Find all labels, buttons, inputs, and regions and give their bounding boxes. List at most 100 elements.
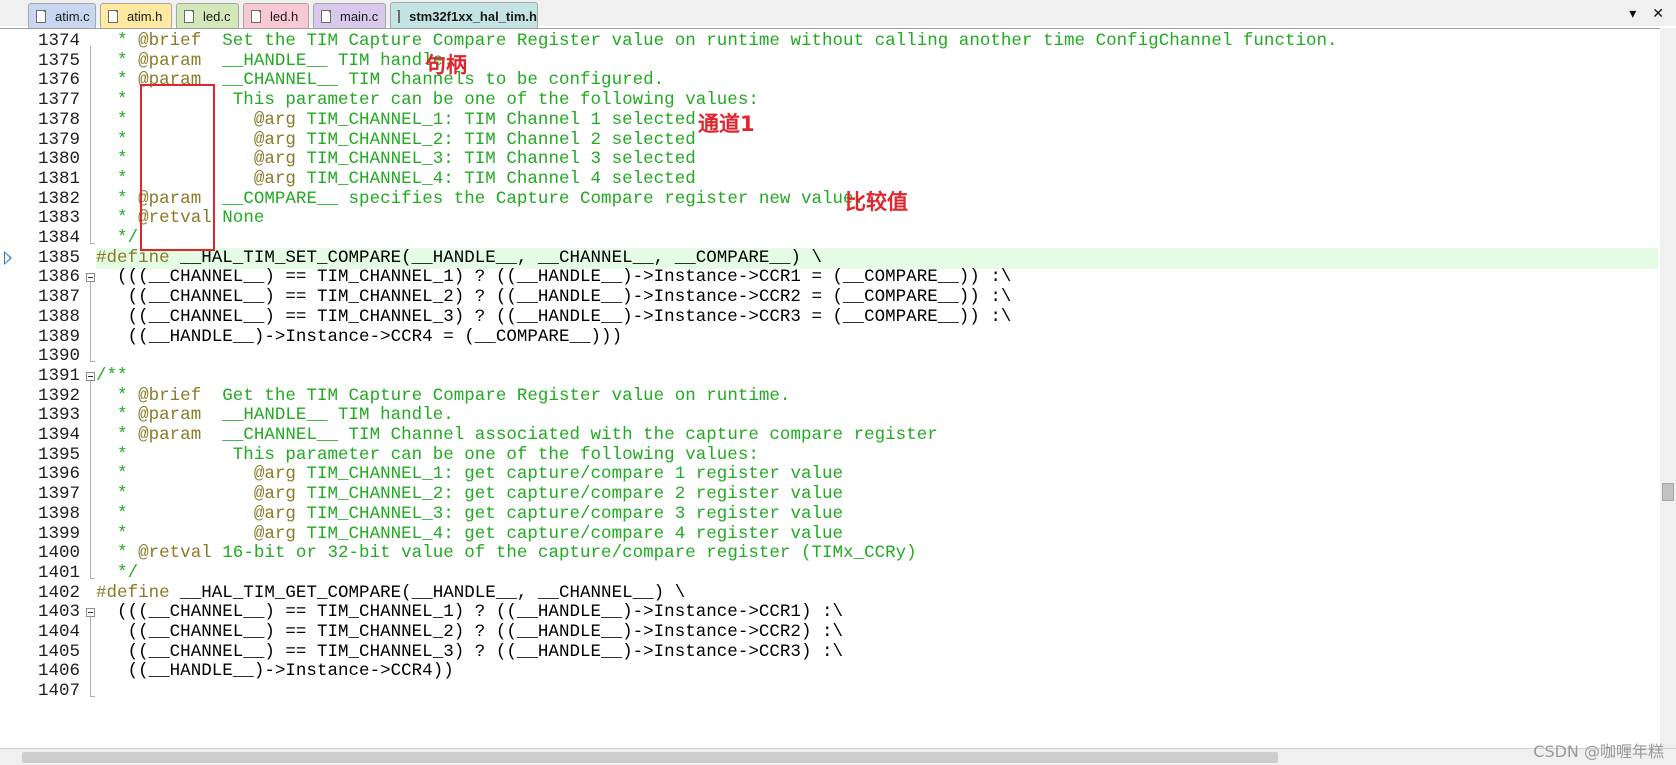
code-token: @arg [253, 168, 296, 189]
code-line[interactable]: ((__CHANNEL__) == TIM_CHANNEL_2) ? ((__H… [96, 287, 1012, 308]
line-number: 1376 [37, 70, 80, 91]
code-line[interactable]: * @brief Get the TIM Capture Compare Reg… [96, 386, 790, 407]
code-token: TIM_CHANNEL_3: get capture/compare 3 reg… [295, 503, 844, 524]
code-line[interactable]: * @param __CHANNEL__ TIM Channel associa… [96, 425, 938, 446]
code-line[interactable]: * @brief Set the TIM Capture Compare Reg… [96, 31, 1338, 52]
code-token: Set the TIM Capture Compare Register val… [201, 31, 1338, 51]
line-number: 1386 [37, 267, 80, 288]
vertical-scrollbar[interactable] [1660, 28, 1676, 748]
code-line[interactable]: #define __HAL_TIM_GET_COMPARE(__HANDLE__… [96, 583, 685, 604]
tab-atim-c[interactable]: atim.c [28, 3, 96, 28]
tab-atim-h[interactable]: atim.h [100, 3, 172, 28]
line-number: 1392 [37, 385, 80, 406]
fold-toggle-icon[interactable] [86, 273, 95, 283]
code-token: * [96, 405, 139, 426]
code-token: TIM_CHANNEL_4: get capture/compare 4 reg… [295, 523, 844, 544]
code-token: ((__CHANNEL__) == TIM_CHANNEL_3) ? ((__H… [96, 641, 844, 662]
annotation-handle-note: 句柄 [425, 53, 467, 77]
code-token: (((__CHANNEL__) == TIM_CHANNEL_1) ? ((__… [96, 602, 844, 623]
code-line[interactable]: * @param __HANDLE__ TIM handle. [96, 51, 454, 72]
line-number: 1391 [37, 365, 80, 386]
line-number: 1380 [37, 149, 80, 170]
fold-guide-line [90, 46, 91, 243]
code-line[interactable]: (((__CHANNEL__) == TIM_CHANNEL_1) ? ((__… [96, 602, 843, 623]
tab-label: atim.c [55, 8, 90, 24]
line-number: 1387 [37, 287, 80, 308]
code-line[interactable]: ((__HANDLE__)->Instance->CCR4)) [96, 661, 454, 682]
code-token: * [96, 385, 139, 406]
horizontal-scroll-thumb[interactable] [22, 752, 1278, 763]
code-line[interactable]: */ [96, 563, 138, 584]
code-token: #define [96, 582, 170, 603]
c-file-icon [36, 9, 46, 23]
line-number: 1393 [37, 405, 80, 426]
code-token: /** [96, 365, 128, 386]
code-line[interactable]: /** [96, 366, 128, 387]
code-token: TIM_CHANNEL_3: TIM Channel 3 selected [295, 149, 696, 170]
code-line[interactable]: (((__CHANNEL__) == TIM_CHANNEL_1) ? ((__… [96, 267, 1011, 288]
code-line[interactable]: * @arg TIM_CHANNEL_4: get capture/compar… [96, 524, 843, 545]
tab-main-c[interactable]: main.c [313, 3, 386, 28]
code-token: * [96, 484, 254, 505]
code-line[interactable]: * @param __HANDLE__ TIM handle. [96, 405, 454, 426]
code-token: * [96, 523, 254, 544]
fold-guide-line [90, 617, 91, 697]
code-line[interactable]: * This parameter can be one of the follo… [96, 445, 759, 466]
line-number: 1403 [37, 602, 80, 623]
fold-guide-line [90, 380, 91, 578]
fold-guide-end [90, 361, 95, 363]
fold-guide-end [90, 577, 95, 579]
code-token: Get the TIM Capture Compare Register val… [201, 385, 791, 406]
line-number: 1384 [37, 228, 80, 248]
vertical-scroll-thumb[interactable] [1662, 483, 1674, 501]
line-number: 1396 [37, 464, 80, 485]
line-number: 1397 [37, 484, 80, 505]
c-file-icon [184, 9, 194, 23]
line-number: 1375 [37, 50, 80, 71]
line-number: 1407 [37, 681, 80, 702]
tab-led-c[interactable]: led.c [176, 3, 239, 28]
code-token: * [96, 70, 139, 91]
fold-guide-end [90, 696, 95, 698]
tab-label: main.c [340, 8, 379, 24]
code-line[interactable]: ((__CHANNEL__) == TIM_CHANNEL_3) ? ((__H… [96, 306, 1012, 328]
tab-label: atim.h [127, 8, 163, 24]
fold-toggle-icon[interactable] [86, 371, 95, 381]
line-number: 1401 [37, 562, 80, 583]
code-line[interactable]: * @retval 16-bit or 32-bit value of the … [96, 543, 917, 564]
c-file-icon [321, 9, 331, 23]
line-number: 1382 [37, 188, 80, 209]
code-token: @arg [253, 484, 296, 505]
code-token: @brief [138, 385, 202, 406]
code-token: __COMPARE__ specifies the Capture Compar… [201, 188, 865, 209]
tab-list-dropdown-icon[interactable]: ▾ [1629, 5, 1636, 22]
line-number: 1381 [37, 168, 80, 189]
code-token: * [96, 188, 139, 209]
code-token: 16-bit or 32-bit value of the capture/co… [211, 543, 917, 564]
code-line[interactable]: ((__CHANNEL__) == TIM_CHANNEL_2) ? ((__H… [96, 622, 843, 643]
code-token: TIM_CHANNEL_1: get capture/compare 1 reg… [295, 464, 844, 485]
tab-stm32f1xx-hal-tim-h[interactable]: stm32f1xx_hal_tim.h [390, 2, 538, 29]
horizontal-scrollbar[interactable] [0, 748, 1676, 765]
code-line[interactable]: * @arg TIM_CHANNEL_2: get capture/compar… [96, 484, 843, 505]
code-line[interactable]: * @arg TIM_CHANNEL_3: get capture/compar… [96, 504, 843, 525]
code-token: */ [96, 562, 139, 583]
code-token: ((__CHANNEL__) == TIM_CHANNEL_2) ? ((__H… [96, 622, 844, 642]
code-line[interactable]: ((__CHANNEL__) == TIM_CHANNEL_3) ? ((__H… [96, 642, 843, 663]
line-number: 1406 [37, 661, 80, 682]
line-number: 1398 [37, 503, 80, 524]
tab-led-h[interactable]: led.h [243, 3, 309, 28]
line-number: 1390 [37, 346, 80, 367]
code-token: TIM_CHANNEL_4: TIM Channel 4 selected [295, 168, 696, 189]
code-token: @arg [253, 129, 296, 150]
code-editor[interactable]: 1374 1375 1376 1377 1378 1379 1380 1381 1382 1383… [0, 28, 1660, 749]
close-tab-icon[interactable]: ✕ [1652, 5, 1664, 22]
line-number: 1379 [37, 129, 80, 150]
code-token: None [211, 208, 265, 229]
code-token: * [96, 503, 254, 524]
code-line[interactable]: * @arg TIM_CHANNEL_1: get capture/compar… [96, 464, 843, 485]
fold-toggle-icon[interactable] [86, 608, 95, 618]
code-token: ((__CHANNEL__) == TIM_CHANNEL_3) ? ((__H… [96, 306, 1012, 327]
code-line[interactable]: ((__HANDLE__)->Instance->CCR4 = (__COMPA… [96, 327, 623, 348]
code-line[interactable]: */ [96, 228, 138, 249]
